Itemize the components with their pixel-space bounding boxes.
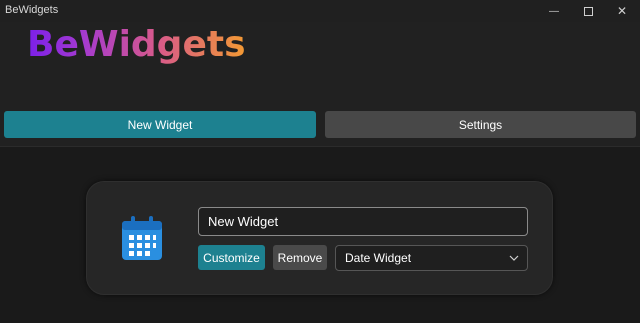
tab-settings[interactable]: Settings (325, 111, 636, 138)
maximize-button[interactable] (573, 0, 603, 22)
tab-new-widget[interactable]: New Widget (4, 111, 316, 138)
window-title: BeWidgets (5, 4, 59, 16)
title-bar: BeWidgets — ✕ (0, 0, 640, 22)
app-logo: BeWidgets (27, 24, 246, 65)
widget-type-value: Date Widget (345, 251, 412, 265)
widget-card: Customize Remove Date Widget (86, 181, 553, 295)
remove-button[interactable]: Remove (273, 245, 327, 270)
widget-type-select[interactable]: Date Widget (335, 245, 528, 271)
widget-name-input[interactable] (198, 207, 528, 236)
customize-button[interactable]: Customize (198, 245, 265, 270)
maximize-icon (583, 6, 593, 16)
close-icon: ✕ (616, 4, 628, 18)
minimize-button[interactable]: — (539, 0, 569, 22)
calendar-icon (122, 216, 162, 260)
app-header: BeWidgets New Widget Settings (0, 22, 640, 147)
minimize-icon: — (549, 5, 559, 17)
chevron-down-icon (509, 255, 519, 261)
close-button[interactable]: ✕ (607, 0, 637, 22)
